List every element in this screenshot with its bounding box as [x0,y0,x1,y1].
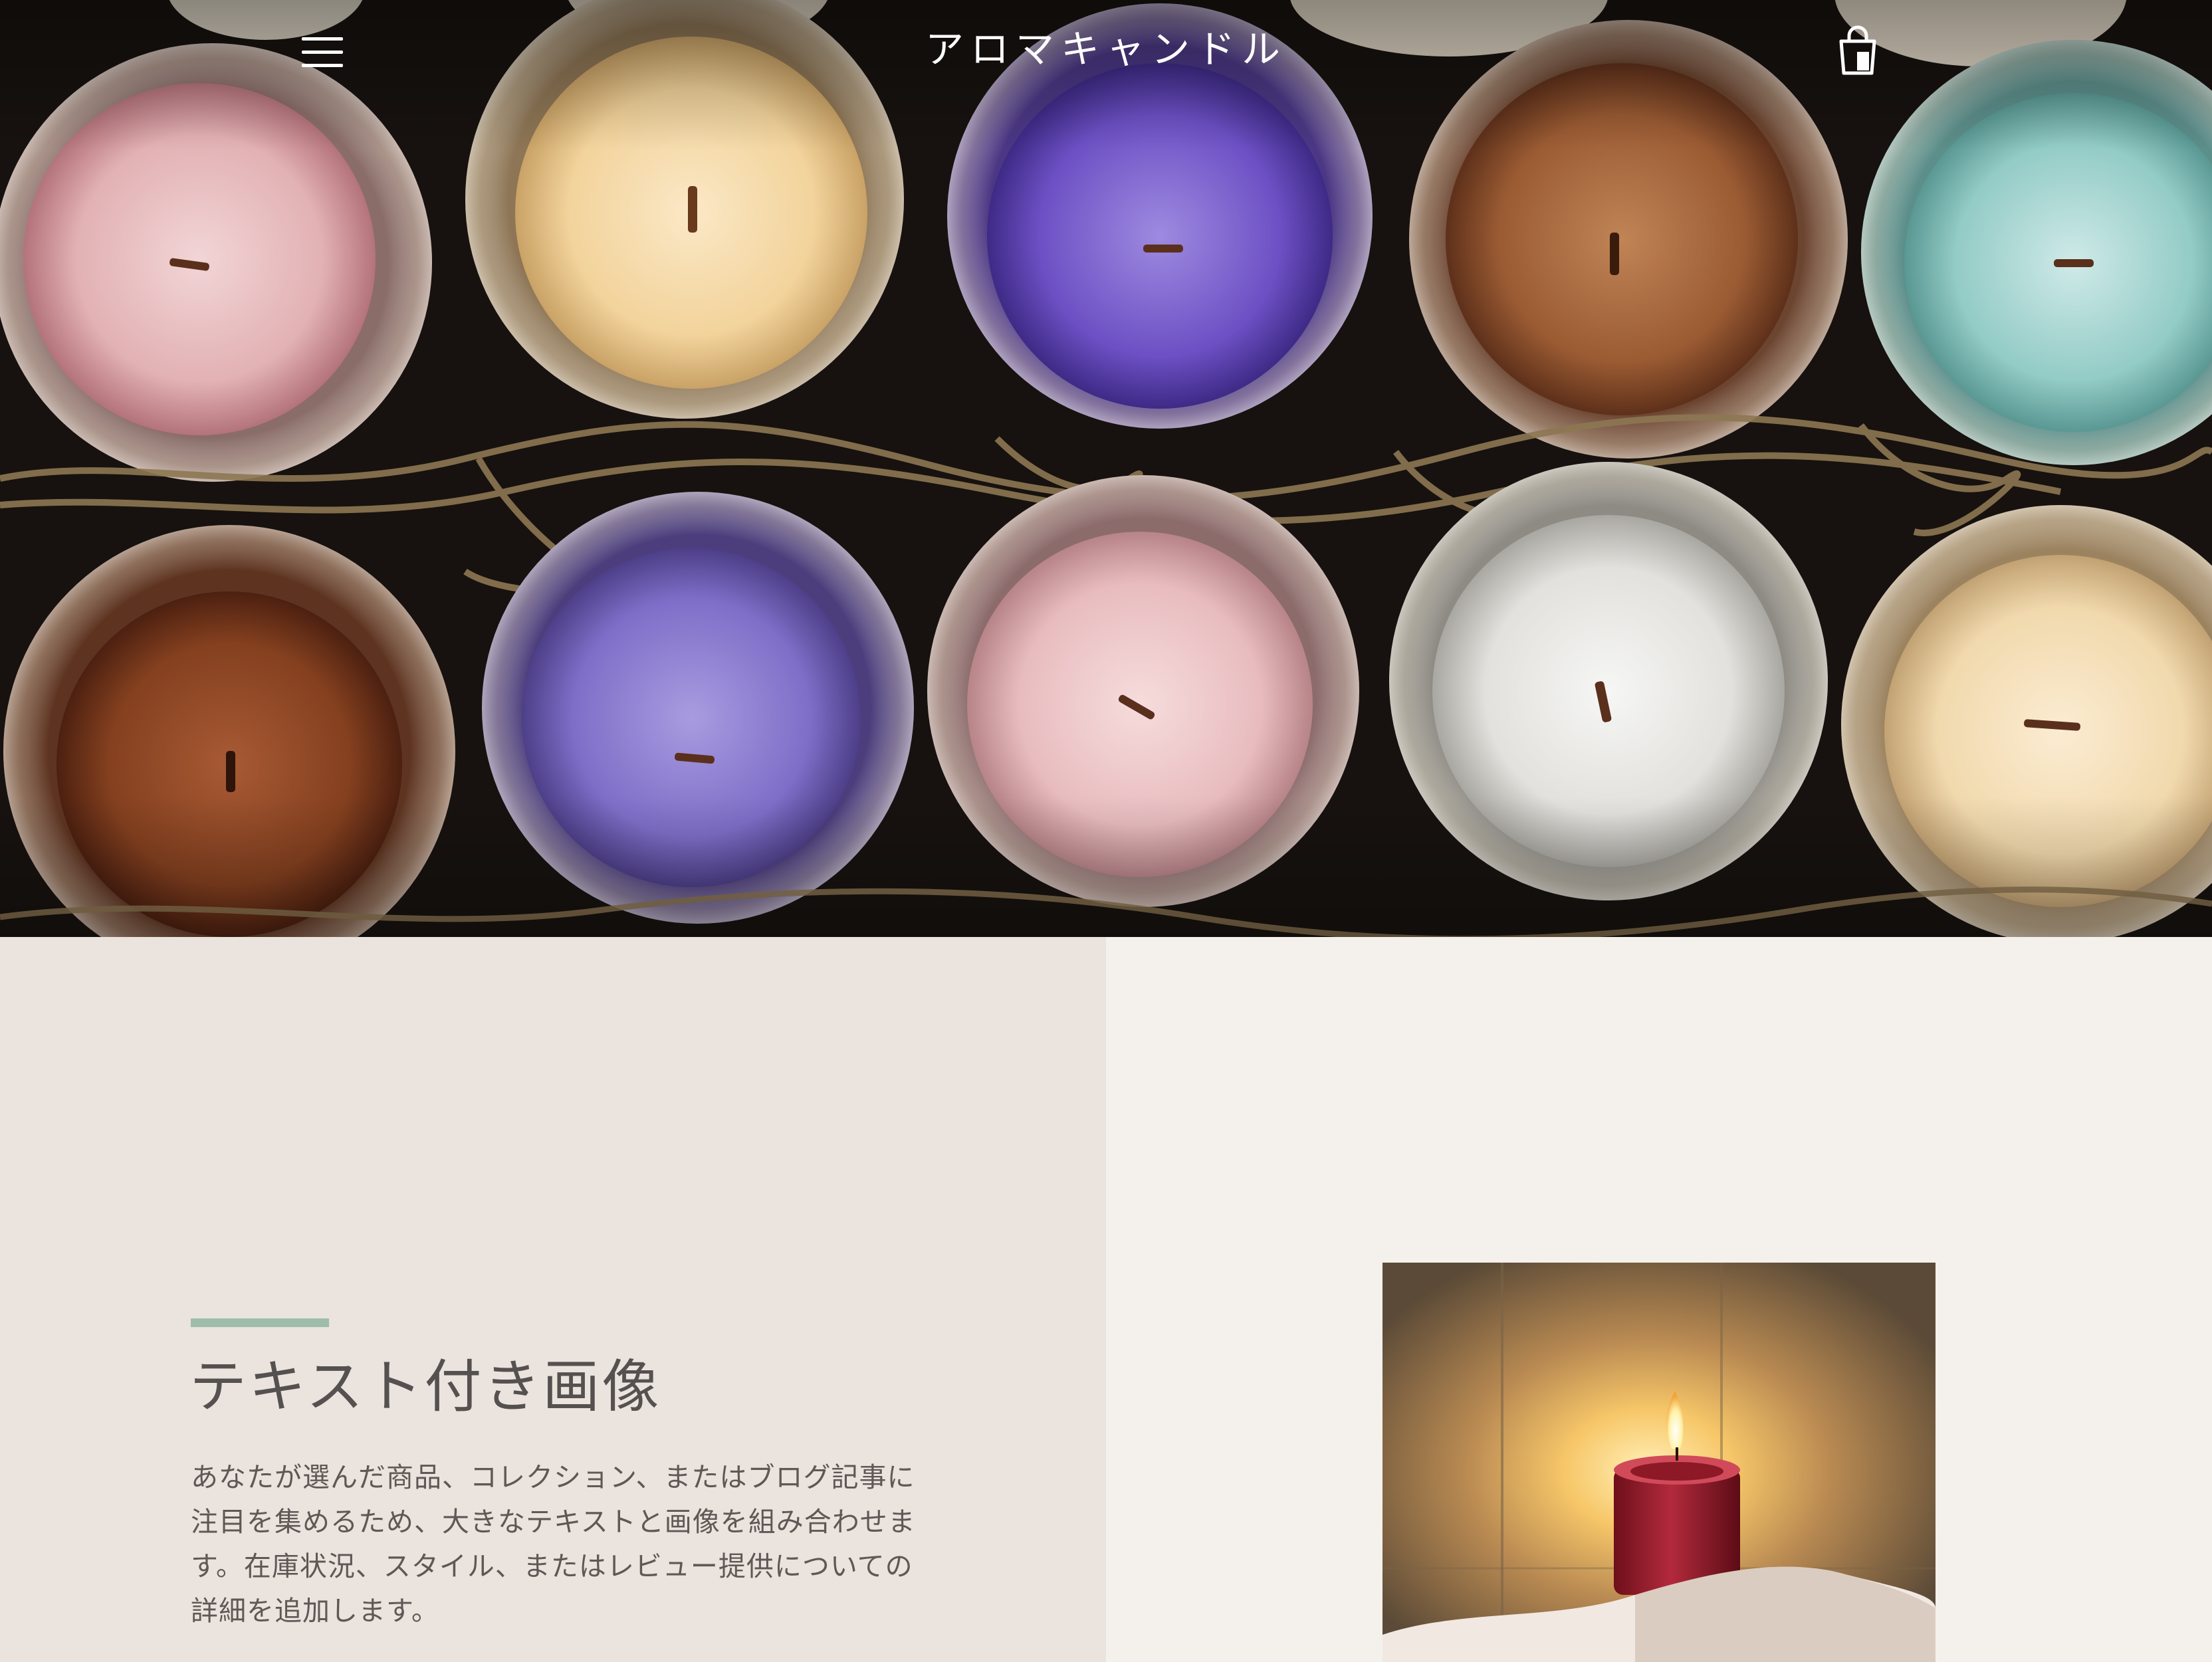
section-title: テキスト付き画像 [189,1354,661,1420]
shopping-bag-icon[interactable] [1837,25,1878,76]
site-title[interactable]: アロマキャンドル [0,23,2212,76]
image-with-text-section: テキスト付き画像 あなたが選んだ商品、コレクション、またはブログ記事に注目を集め… [0,937,2212,1662]
text-panel: テキスト付き画像 あなたが選んだ商品、コレクション、またはブログ記事に注目を集め… [0,937,1106,1662]
candle-jars-hero-image [0,0,2212,937]
hero-banner: アロマキャンドル [0,0,2212,937]
lit-red-candle-image [1382,1263,1936,1662]
candle-photo [1382,1263,1936,1662]
accent-bar [191,1318,329,1327]
site-header: アロマキャンドル [0,0,2212,106]
section-body: あなたが選んだ商品、コレクション、またはブログ記事に注目を集めるため、大きなテキ… [191,1461,916,1627]
image-panel [1106,937,2212,1662]
shopping-bag-icon-graphic [1839,25,1876,75]
